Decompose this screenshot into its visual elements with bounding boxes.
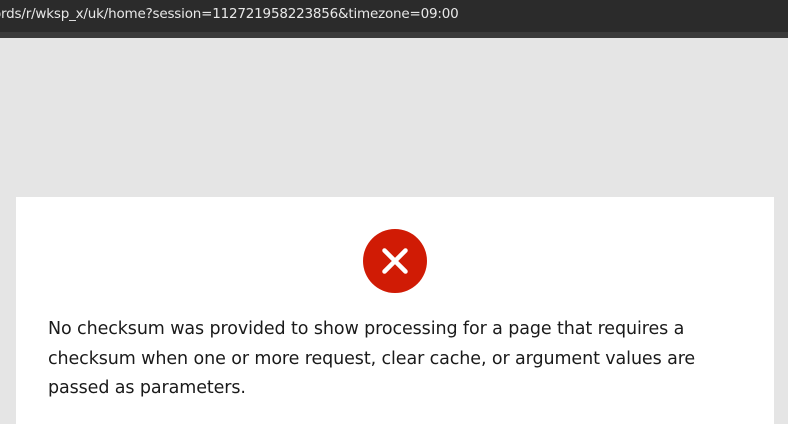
error-circle-x-icon <box>363 229 427 293</box>
error-message: No checksum was provided to show process… <box>48 319 696 398</box>
error-card: No checksum was provided to show process… <box>16 197 774 424</box>
browser-address-bar[interactable]: ords/r/wksp_x/uk/home?session=1127219582… <box>0 0 788 32</box>
address-bar-url[interactable]: ords/r/wksp_x/uk/home?session=1127219582… <box>0 6 459 22</box>
toolbar-divider <box>0 32 788 38</box>
